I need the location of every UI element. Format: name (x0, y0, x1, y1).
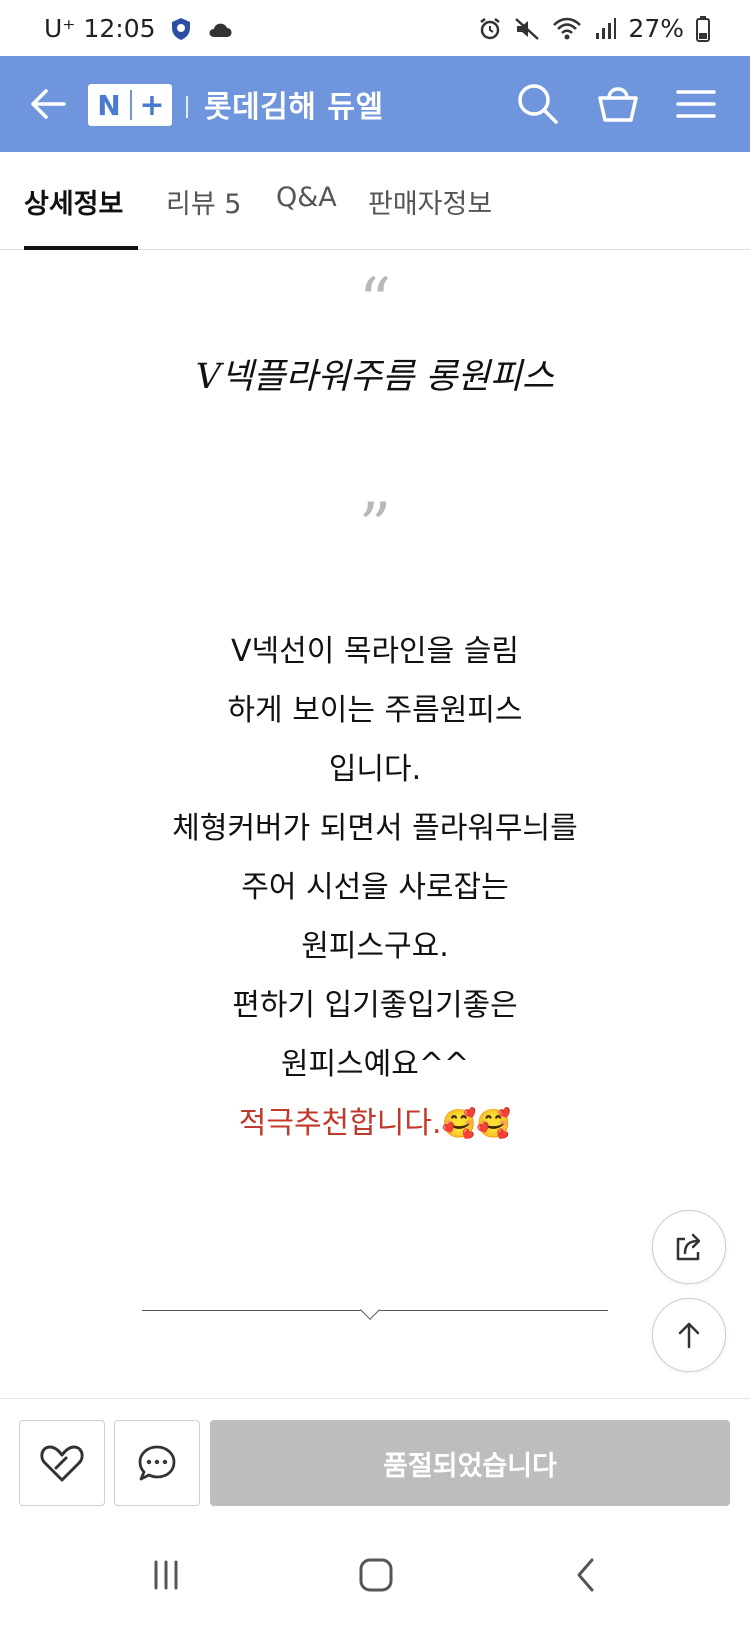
description-line: 편하기 입기좋입기좋은 (232, 988, 518, 1023)
logo-plus: + (139, 87, 165, 123)
status-left: U⁺ 12:05 (44, 14, 234, 43)
heart-icon (40, 1445, 84, 1482)
arrow-left-icon (31, 89, 66, 119)
share-button[interactable] (652, 1210, 726, 1284)
chat-bubble-icon (138, 1445, 176, 1481)
description-line: 주어 시선을 사로잡는 (241, 870, 509, 905)
recommendation-text: 적극추천합니다. (238, 1106, 442, 1141)
battery-level: 27% (628, 14, 684, 43)
hamburger-menu-icon (676, 90, 716, 118)
purchase-bar: 품절되었습니다 (0, 1398, 750, 1528)
description-line: 하게 보이는 주름원피스 (227, 693, 523, 728)
wifi-icon (553, 17, 582, 39)
mute-icon (515, 17, 540, 40)
product-description: V넥선이 목라인을 슬림 하게 보이는 주름원피스 입니다. 체형커버가 되면서… (0, 622, 750, 1153)
store-name[interactable]: 롯데김해 듀엘 (204, 82, 384, 126)
arrow-up-icon (678, 1322, 700, 1349)
description-line: 원피스구요. (301, 929, 449, 964)
description-line: V넥선이 목라인을 슬림 (231, 634, 519, 669)
header-divider (186, 96, 188, 118)
tab-qna[interactable]: Q&A (276, 182, 337, 213)
open-quote-mark: “ (358, 265, 392, 339)
tab-detail-info[interactable]: 상세정보 (24, 182, 123, 221)
menu-button[interactable] (670, 78, 722, 130)
cloud-icon (209, 23, 232, 37)
smiling-hearts-emoji: 🥰🥰 (441, 1107, 512, 1140)
signal-icon (596, 17, 617, 39)
cart-button[interactable] (592, 78, 644, 130)
app-header: N + 롯데김해 듀엘 (0, 56, 750, 152)
status-right: 27% (478, 14, 710, 43)
battery-icon (696, 15, 710, 42)
naver-plus-logo[interactable]: N + (88, 84, 172, 126)
recent-apps-icon (154, 1560, 178, 1590)
logo-n: N (97, 88, 121, 122)
carrier-label: U⁺ (44, 14, 76, 43)
tab-seller-info[interactable]: 판매자정보 (368, 182, 492, 221)
active-tab-indicator (24, 246, 138, 250)
shield-icon (171, 17, 190, 40)
status-bar: U⁺ 12:05 27% (0, 0, 750, 56)
scroll-top-button[interactable] (652, 1298, 726, 1372)
product-title: V넥플라워주름 롱원피스 (195, 357, 555, 397)
system-nav-bar (0, 1528, 750, 1625)
tab-reviews[interactable]: 리뷰 5 (166, 182, 241, 221)
description-line: 체형커버가 되면서 플라워무늬를 (172, 811, 578, 846)
back-button[interactable] (24, 78, 76, 130)
system-back-button[interactable] (556, 1550, 616, 1600)
recommendation-line: 적극추천합니다.🥰🥰 (0, 1094, 750, 1153)
share-icon (676, 1233, 701, 1261)
close-quote-mark: ” (358, 490, 392, 564)
sold-out-button[interactable]: 품절되었습니다 (210, 1420, 730, 1506)
divider-notch (360, 1300, 380, 1320)
description-line: 입니다. (328, 752, 422, 787)
search-icon (518, 84, 558, 124)
detail-tabs: 상세정보 리뷰 5 Q&A 판매자정보 (0, 152, 750, 250)
chevron-left-icon (577, 1558, 594, 1592)
talk-button[interactable] (114, 1420, 200, 1506)
shopping-bag-icon (598, 87, 638, 122)
description-line: 원피스예요^^ (280, 1047, 470, 1082)
alarm-icon (480, 17, 501, 39)
like-button[interactable] (19, 1420, 105, 1506)
recent-apps-button[interactable] (136, 1550, 196, 1600)
clock: 12:05 (83, 14, 156, 43)
home-icon (359, 1558, 393, 1592)
search-button[interactable] (512, 78, 564, 130)
home-button[interactable] (346, 1550, 406, 1600)
